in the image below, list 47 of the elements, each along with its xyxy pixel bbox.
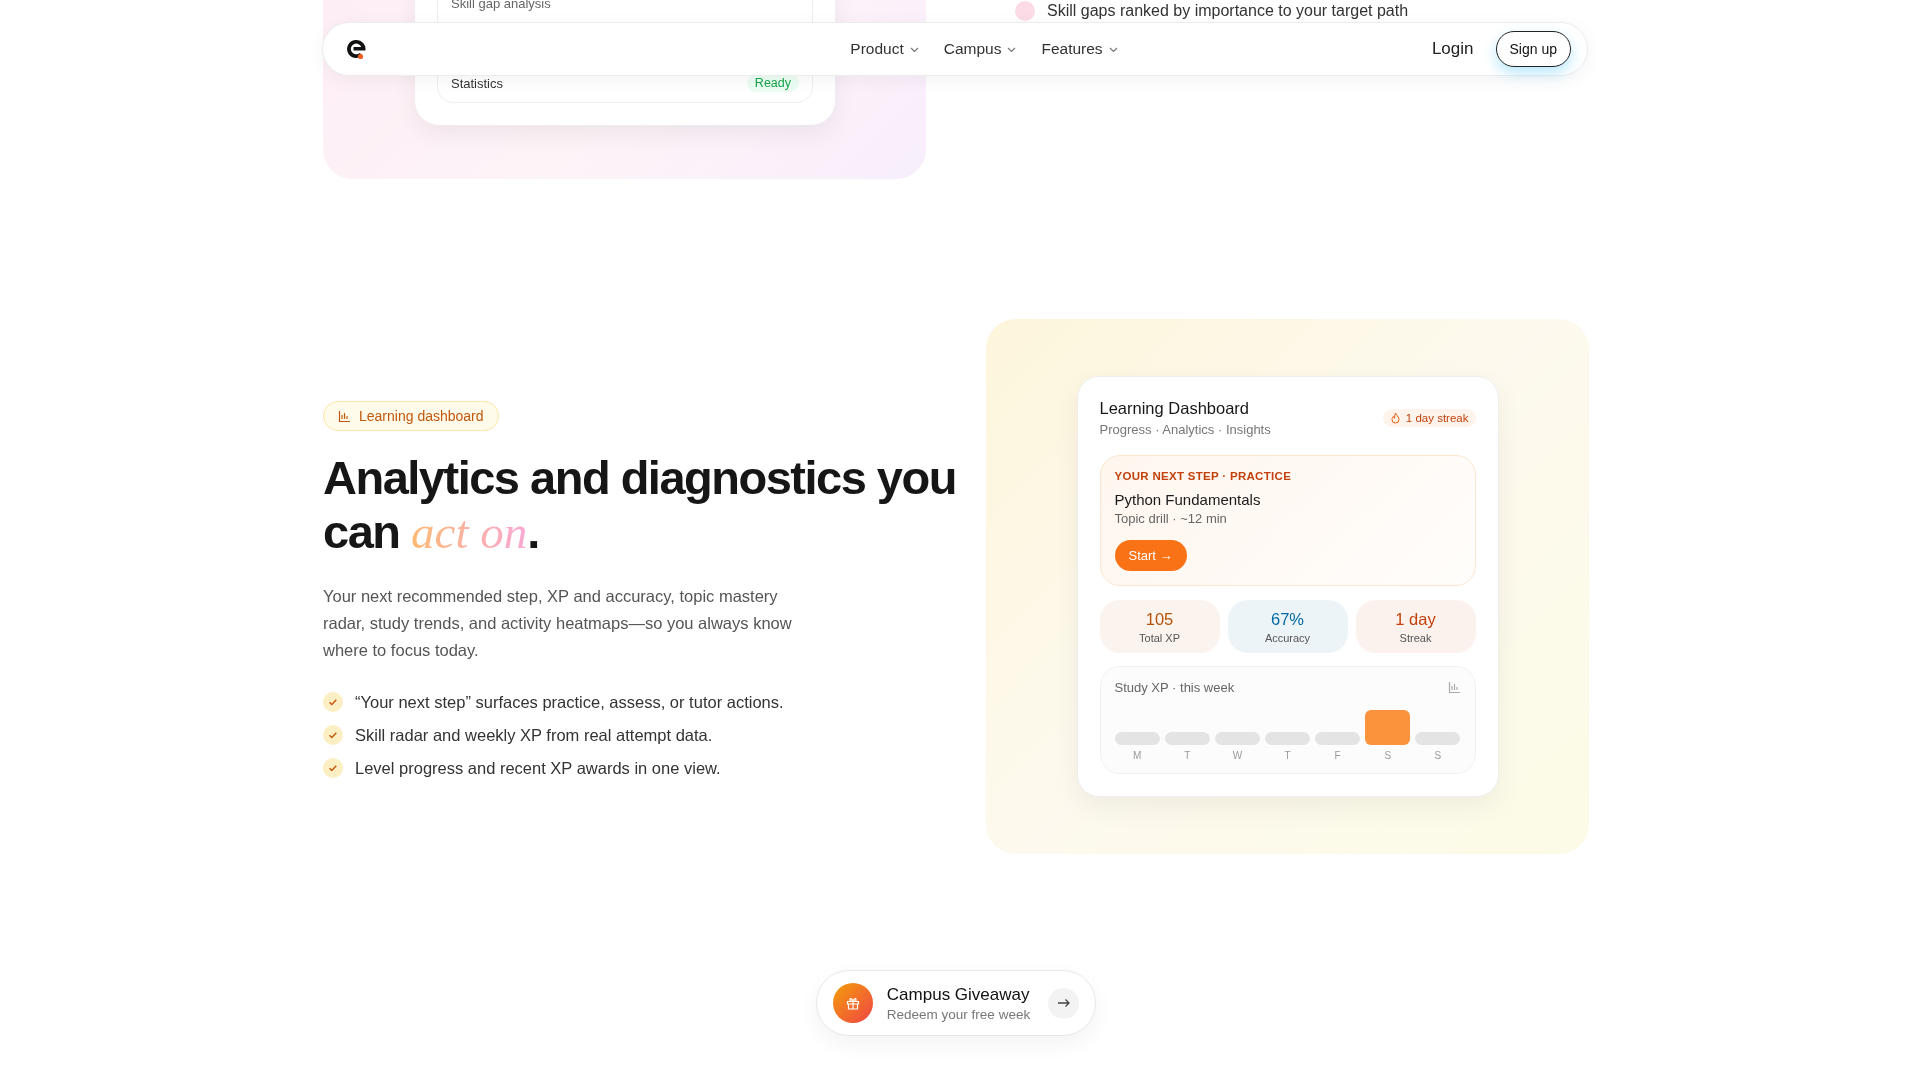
stat-label: Accuracy (1263, 632, 1312, 644)
feature-point: Skill gaps ranked by importance to your target path (1047, 1, 1409, 21)
check-icon (323, 758, 343, 778)
row-label: Statistics (451, 75, 503, 91)
stat-value: 67% (1270, 610, 1305, 629)
promo-title: Campus Giveaway (886, 984, 1031, 1005)
day-label: T (1284, 750, 1291, 761)
chart-title: Study XP · this week (1114, 680, 1235, 695)
day-label: W (1232, 750, 1243, 761)
course-title: Python Fundamentals (1114, 491, 1262, 508)
check-icon (323, 725, 343, 745)
logo-icon (345, 38, 367, 60)
next-step-label: YOUR NEXT STEP · PRACTICE (1114, 470, 1293, 482)
nav-menu-item[interactable]: Campus (943, 40, 1018, 58)
arrow-right-icon (1056, 998, 1071, 1008)
section-heading: Analytics and diagnostics you can act on. (323, 451, 957, 559)
feature-bullet: Skill radar and weekly XP from real attempt data. (355, 725, 713, 745)
day-label: S (1434, 750, 1442, 761)
day-label: T (1184, 750, 1191, 761)
feature-bullet: Level progress and recent XP awards in one view. (355, 758, 721, 778)
bar-chart-icon (1447, 681, 1461, 694)
course-meta: Topic drill · ~12 min (1114, 511, 1228, 526)
badge-label: Learning dashboard (359, 408, 484, 424)
arrow-button[interactable] (1048, 987, 1080, 1019)
feature-bullet: “Your next step” surfaces practice, assess, or tutor actions. (355, 692, 784, 712)
gift-icon (832, 983, 873, 1023)
day-label: F (1334, 750, 1341, 761)
check-icon (323, 692, 343, 712)
day-label: M (1132, 750, 1142, 761)
promo-subtitle: Redeem your free week (886, 1006, 1031, 1022)
dashboard-title: Learning Dashboard (1099, 399, 1251, 418)
stat-label: Streak (1398, 632, 1433, 644)
login-link[interactable]: Login (1431, 39, 1474, 59)
day-label: S (1384, 750, 1392, 761)
nav-menu-item[interactable]: Features (1041, 40, 1119, 58)
giveaway-card[interactable]: Campus Giveaway Redeem your free week (815, 970, 1097, 1036)
signup-button[interactable]: Sign up (1495, 31, 1571, 67)
stat-label: Total XP (1138, 632, 1181, 644)
stat-value: 1 day (1394, 610, 1437, 629)
nav-menu-item[interactable]: Product (850, 40, 920, 58)
flame-icon (1389, 412, 1401, 424)
section-description: Your next recommended step, XP and accuracy, topic mastery radar, study trends, and activity heatmaps—so you always know where to focus today. (323, 586, 793, 661)
streak-label: 1 day streak (1405, 412, 1469, 424)
bar-chart-icon (338, 409, 351, 423)
bullet-dot (1015, 1, 1035, 21)
stat-value: 105 (1144, 610, 1175, 629)
dashboard-subtitle: Progress · Analytics · Insights (1099, 422, 1271, 437)
